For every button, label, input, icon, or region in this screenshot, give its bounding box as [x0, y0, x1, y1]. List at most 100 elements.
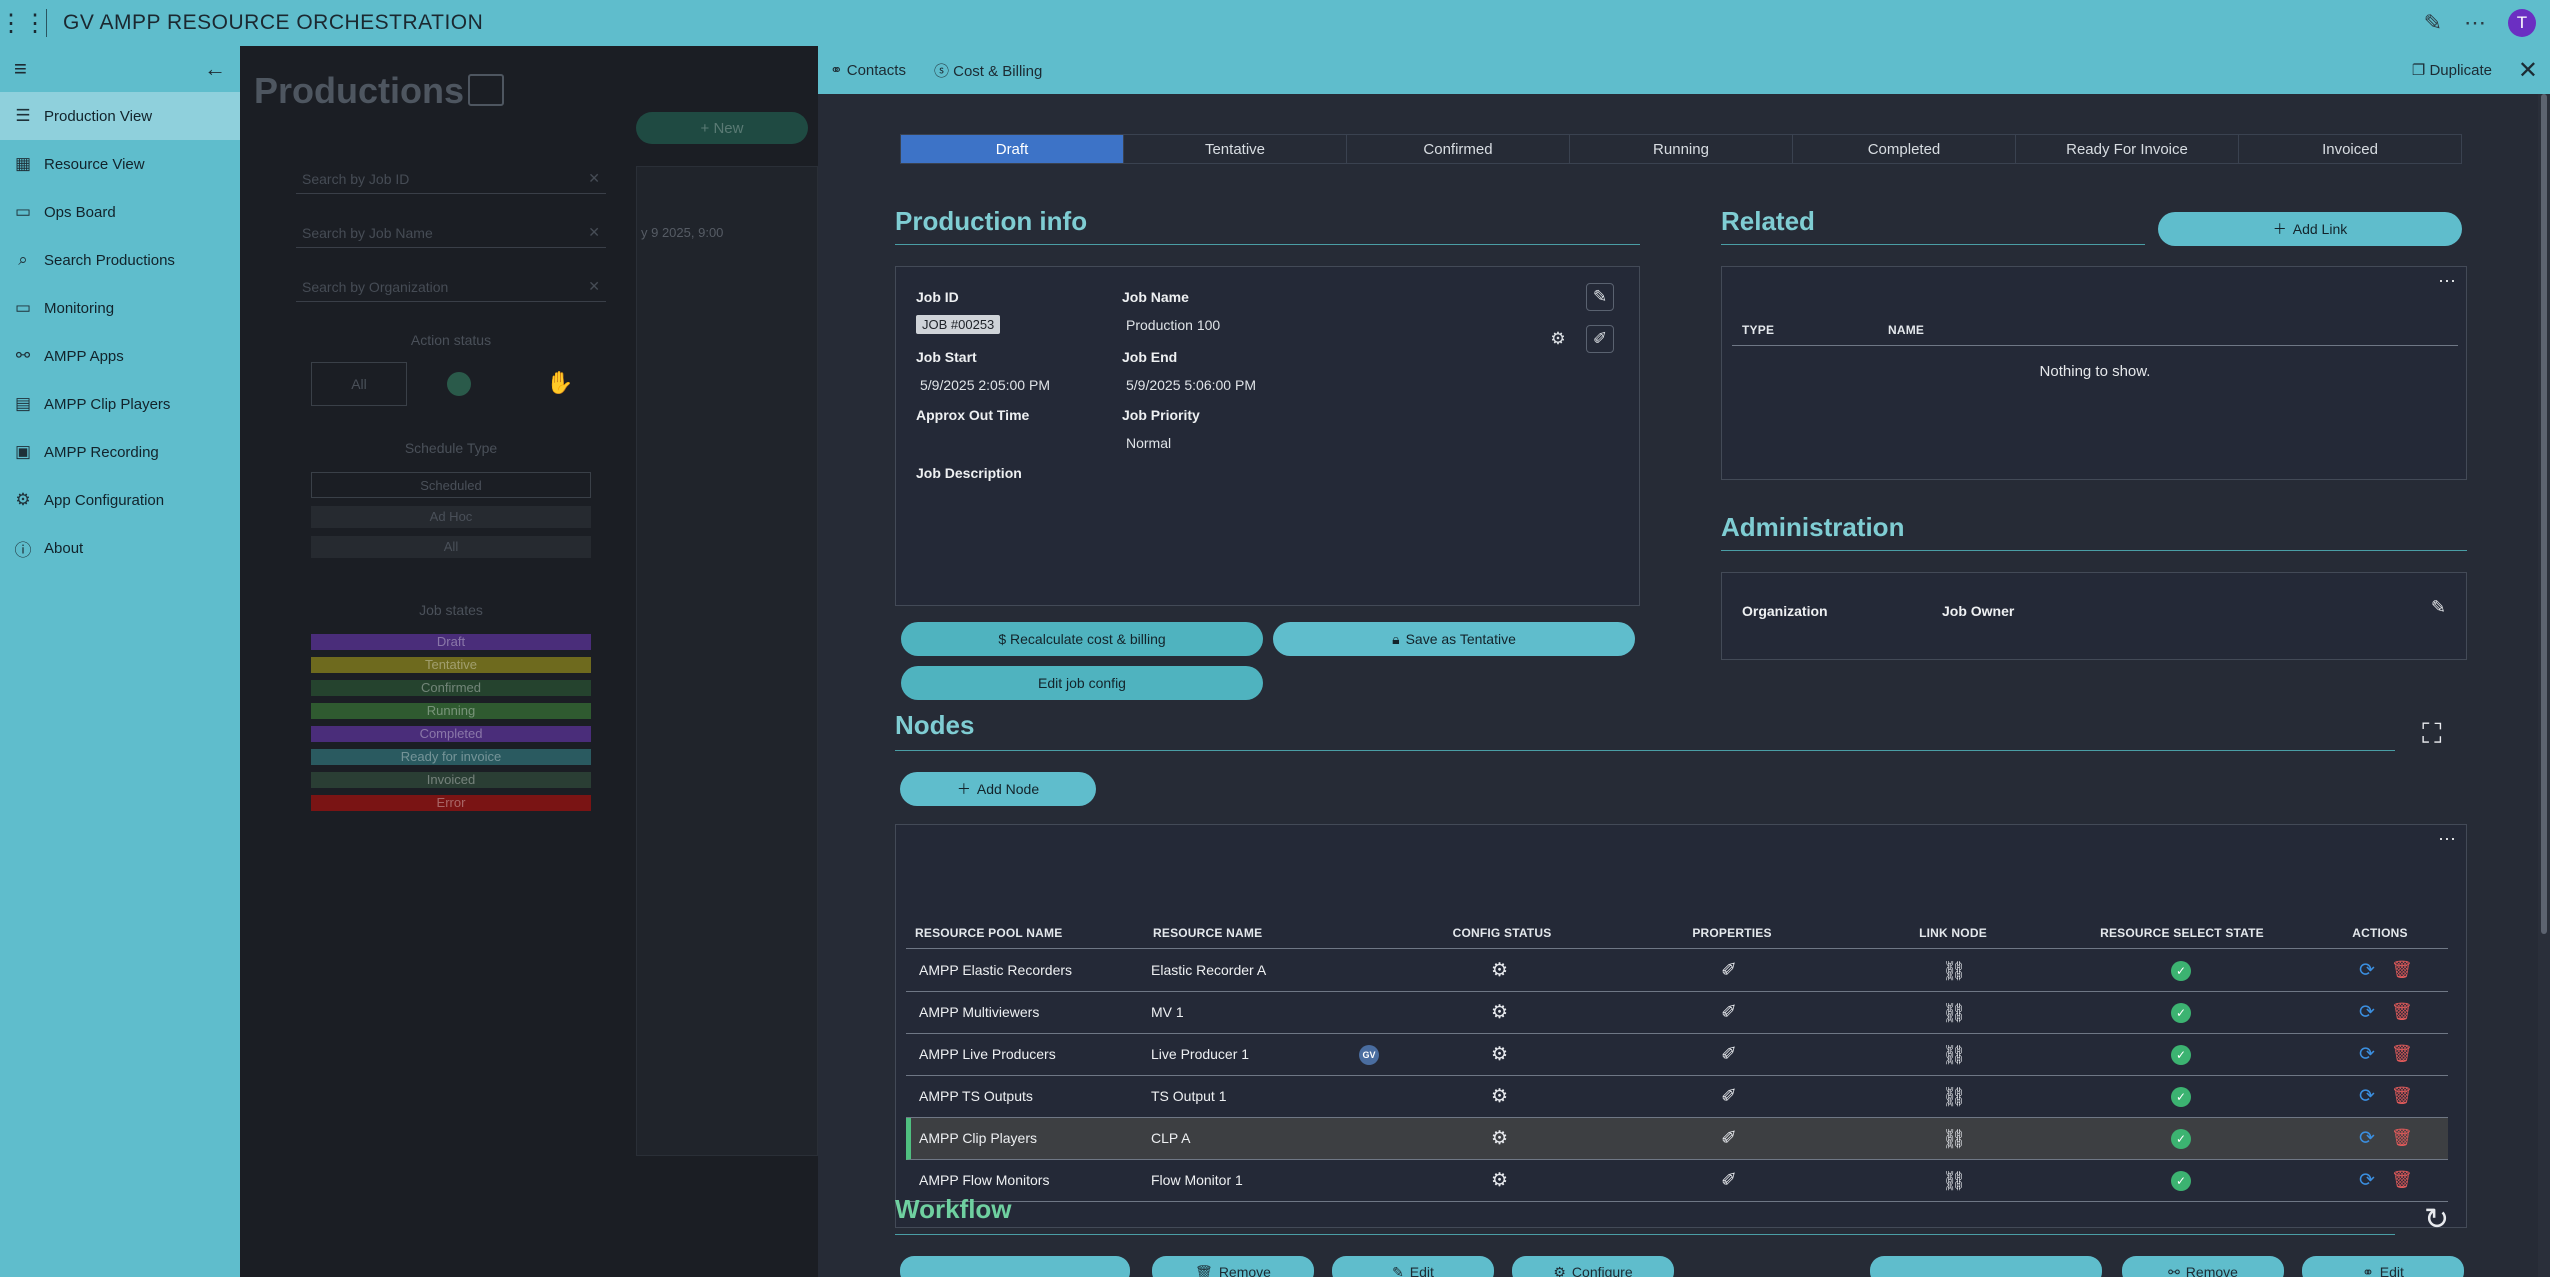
- scrollbar-thumb[interactable]: [2541, 94, 2547, 934]
- config-gear-icon[interactable]: ⚙: [1491, 1169, 1508, 1192]
- search-job-name-placeholder: Search by Job Name: [302, 224, 433, 241]
- delete-icon[interactable]: 🗑︎: [2391, 1170, 2413, 1190]
- check-icon: [447, 372, 471, 396]
- expand-icon[interactable]: ⛶: [2422, 718, 2442, 751]
- duplicate-button[interactable]: ❐ Duplicate: [2412, 61, 2492, 79]
- step-ready-for-invoice[interactable]: Ready For Invoice: [2015, 134, 2238, 164]
- scrollbar[interactable]: [2538, 94, 2550, 1277]
- edit-pencil-icon[interactable]: ✎: [2431, 597, 2446, 618]
- back-arrow-icon[interactable]: ←: [204, 56, 226, 82]
- avatar[interactable]: T: [2508, 9, 2536, 37]
- more-icon[interactable]: ⋯: [2464, 10, 2486, 36]
- sidebar-item-about[interactable]: ⓘ About: [0, 524, 240, 572]
- cost-billing-tab[interactable]: ⓢ Cost & Billing: [934, 60, 1042, 81]
- edit-pencil-icon[interactable]: ✎: [1586, 283, 1614, 311]
- workflow-button[interactable]: [900, 1256, 1130, 1277]
- refresh-icon[interactable]: ⟳: [2359, 959, 2375, 982]
- step-confirmed[interactable]: Confirmed: [1346, 134, 1569, 164]
- empty-message: Nothing to show.: [2039, 363, 2151, 380]
- config-gear-icon[interactable]: ⚙: [1491, 1085, 1508, 1108]
- properties-edit-icon[interactable]: ✐: [1721, 1169, 1737, 1192]
- delete-icon[interactable]: 🗑︎: [2391, 1128, 2413, 1148]
- resource-name-cell: Elastic Recorder A: [1151, 962, 1267, 978]
- step-invoiced[interactable]: Invoiced: [2238, 134, 2462, 164]
- remove-button[interactable]: 🗑︎ Remove: [1152, 1256, 1314, 1277]
- table-row[interactable]: [906, 1034, 2448, 1076]
- link-node-icon[interactable]: ⛓: [1942, 1085, 1966, 1109]
- table-row[interactable]: [906, 992, 2448, 1034]
- delete-icon[interactable]: 🗑︎: [2391, 1086, 2413, 1106]
- sidebar-item-ops-board[interactable]: ▭ Ops Board: [0, 188, 240, 236]
- sidebar-item-production-view[interactable]: ☰ Production View: [0, 92, 240, 140]
- sidebar-item-app-configuration[interactable]: ⚙ App Configuration: [0, 476, 240, 524]
- configure-button[interactable]: ⚙ Configure: [1512, 1256, 1674, 1277]
- table-row[interactable]: [906, 1076, 2448, 1118]
- table-row[interactable]: [906, 1160, 2448, 1202]
- refresh-icon[interactable]: ↻: [2424, 1202, 2449, 1237]
- link-node-icon[interactable]: ⛓: [1942, 1001, 1966, 1025]
- workflow-button-2[interactable]: [1870, 1256, 2102, 1277]
- save-tentative-button[interactable]: 🔒︎ Save as Tentative: [1273, 622, 1635, 656]
- clear-icon: ✕: [588, 170, 600, 186]
- delete-icon[interactable]: 🗑︎: [2391, 1044, 2413, 1064]
- apps-icon: ⚯: [15, 346, 31, 365]
- step-tentative[interactable]: Tentative: [1123, 134, 1346, 164]
- sidebar-item-resource-view[interactable]: ▦ Resource View: [0, 140, 240, 188]
- refresh-icon[interactable]: ⟳: [2359, 1169, 2375, 1192]
- link-node-icon[interactable]: ⛓: [1942, 959, 1966, 983]
- step-completed[interactable]: Completed: [1792, 134, 2015, 164]
- resource-name-cell: MV 1: [1151, 1004, 1184, 1020]
- table-row[interactable]: [906, 1118, 2448, 1160]
- config-gear-icon[interactable]: ⚙: [1491, 1001, 1508, 1024]
- sidebar-item-ampp-recording[interactable]: ▣ AMPP Recording: [0, 428, 240, 476]
- properties-edit-icon[interactable]: ✐: [1721, 1085, 1737, 1108]
- pool-name-cell: AMPP Clip Players: [919, 1130, 1038, 1146]
- refresh-icon[interactable]: ⟳: [2359, 1043, 2375, 1066]
- config-gear-icon[interactable]: ⚙: [1491, 1127, 1508, 1150]
- properties-edit-icon[interactable]: ✐: [1721, 1127, 1737, 1150]
- properties-edit-icon[interactable]: ✐: [1721, 1001, 1737, 1024]
- pool-name-cell: AMPP Multiviewers: [919, 1004, 1040, 1020]
- edit-label: Edit: [1409, 1264, 1434, 1277]
- link-node-icon[interactable]: ⛓: [1942, 1043, 1966, 1067]
- sidebar-item-search-productions[interactable]: ⌕ Search Productions: [0, 236, 240, 284]
- add-link-button[interactable]: ＋ Add Link: [2158, 212, 2462, 246]
- properties-edit-icon[interactable]: ✐: [1721, 1043, 1737, 1066]
- more-icon[interactable]: ⋯: [2438, 829, 2456, 850]
- edit-properties-icon[interactable]: ✐: [1586, 325, 1614, 353]
- sidebar-item-monitoring[interactable]: ▭ Monitoring: [0, 284, 240, 332]
- config-gear-icon[interactable]: ⚙: [1491, 959, 1508, 982]
- more-icon[interactable]: ⋯: [2438, 271, 2456, 292]
- edit-job-config-button[interactable]: Edit job config: [901, 666, 1263, 700]
- column-header-1: RESOURCE NAME: [1153, 926, 1263, 940]
- edit-button[interactable]: ✎ Edit: [1332, 1256, 1494, 1277]
- refresh-icon[interactable]: ⟳: [2359, 1127, 2375, 1150]
- refresh-icon[interactable]: ⟳: [2359, 1001, 2375, 1024]
- config-gear-icon[interactable]: ⚙: [1491, 1043, 1508, 1066]
- sidebar-item-ampp-apps[interactable]: ⚯ AMPP Apps: [0, 332, 240, 380]
- link-node-icon[interactable]: ⛓: [1942, 1169, 1966, 1193]
- sidebar-item-label: Monitoring: [44, 299, 115, 317]
- remove-button-2[interactable]: ⚯ Remove: [2122, 1256, 2284, 1277]
- hamburger-icon[interactable]: ≡: [14, 56, 27, 82]
- recalculate-button[interactable]: $ Recalculate cost & billing: [901, 622, 1263, 656]
- table-row[interactable]: [906, 950, 2448, 992]
- contacts-tab[interactable]: ⚭ Contacts: [830, 61, 906, 79]
- job-state-1: Tentative: [311, 657, 591, 673]
- link-node-icon[interactable]: ⛓: [1942, 1127, 1966, 1151]
- app-grid-icon[interactable]: ⋮⋮: [0, 0, 47, 46]
- gear-icon[interactable]: ⚙: [1544, 325, 1572, 353]
- job-start-value: 5/9/2025 2:05:00 PM: [920, 377, 1050, 393]
- divider: [1721, 550, 2467, 551]
- sidebar-item-ampp-clip-players[interactable]: ▤ AMPP Clip Players: [0, 380, 240, 428]
- delete-icon[interactable]: 🗑︎: [2391, 1002, 2413, 1022]
- close-icon[interactable]: ✕: [2518, 56, 2538, 85]
- step-running[interactable]: Running: [1569, 134, 1792, 164]
- add-node-button[interactable]: ＋ Add Node: [900, 772, 1096, 806]
- step-draft[interactable]: Draft: [900, 134, 1123, 164]
- edit-button-2[interactable]: ⚭ Edit: [2302, 1256, 2464, 1277]
- delete-icon[interactable]: 🗑︎: [2391, 960, 2413, 980]
- properties-edit-icon[interactable]: ✐: [1721, 959, 1737, 982]
- pencil-icon[interactable]: ✎: [2424, 10, 2442, 36]
- refresh-icon[interactable]: ⟳: [2359, 1085, 2375, 1108]
